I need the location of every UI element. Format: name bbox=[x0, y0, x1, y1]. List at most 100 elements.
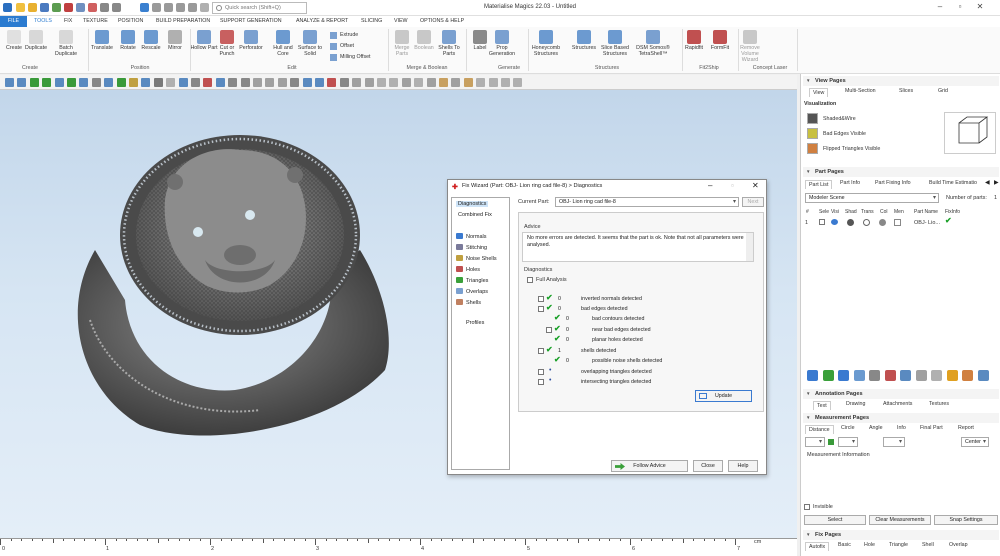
tab-drawing[interactable]: Drawing bbox=[846, 401, 865, 407]
vis-item-shaded-wire[interactable]: Shaded&Wire bbox=[823, 116, 856, 122]
nav-diagnostics[interactable]: Diagnostics bbox=[456, 201, 489, 207]
advice-scrollbar[interactable] bbox=[746, 233, 753, 261]
part-tool-icon[interactable] bbox=[822, 370, 834, 381]
nav-triangles[interactable]: Triangles bbox=[456, 277, 488, 284]
toolbar-tool-icon[interactable] bbox=[364, 78, 374, 87]
open-icon[interactable] bbox=[28, 3, 37, 12]
center-dropdown[interactable]: Center bbox=[961, 437, 989, 447]
nav-shells[interactable]: Shells bbox=[456, 299, 481, 306]
tab-part-list[interactable]: Part List bbox=[805, 180, 833, 189]
toolbar-tool-icon[interactable] bbox=[29, 78, 39, 87]
menu-support-generation[interactable]: SUPPORT GENERATION bbox=[220, 18, 282, 24]
toolbar-tool-icon[interactable] bbox=[79, 78, 89, 87]
nav-holes[interactable]: Holes bbox=[456, 266, 480, 273]
ribbon-batch-duplicate-button[interactable]: Batch Duplicate bbox=[52, 30, 80, 57]
toolbar-tool-icon[interactable] bbox=[191, 78, 200, 87]
part-tool-icon[interactable] bbox=[869, 370, 880, 381]
ribbon-offset-button[interactable]: Offset bbox=[340, 43, 354, 49]
tab-view[interactable]: View bbox=[809, 88, 829, 97]
remove-icon[interactable] bbox=[64, 3, 73, 12]
toolbar-tool-icon[interactable] bbox=[178, 78, 188, 87]
invisible-checkbox[interactable] bbox=[804, 504, 810, 510]
part-tool-icon[interactable] bbox=[838, 370, 849, 381]
part-pages-header[interactable]: Part Pages bbox=[803, 167, 999, 177]
tab-grid[interactable]: Grid bbox=[938, 88, 948, 94]
follow-advice-button[interactable]: Follow Advice bbox=[611, 460, 688, 472]
tab-attachments[interactable]: Attachments bbox=[883, 401, 912, 407]
dialog-minimize-button[interactable]: – bbox=[708, 181, 712, 190]
current-part-dropdown[interactable]: OBJ- Lion ring cad file-8 bbox=[555, 197, 739, 207]
pan-icon[interactable] bbox=[164, 3, 173, 12]
toolbar-tool-icon[interactable] bbox=[339, 78, 349, 87]
measurement-pages-header[interactable]: Measurement Pages bbox=[803, 413, 999, 423]
vis-item-bad-edges-visible[interactable]: Bad Edges Visible bbox=[823, 131, 866, 137]
view-pages-header[interactable]: View Pages bbox=[803, 76, 999, 86]
tab-angle[interactable]: Angle bbox=[869, 425, 883, 431]
tab-distance[interactable]: Distance bbox=[805, 425, 834, 434]
tab-text[interactable]: Text bbox=[813, 401, 831, 410]
tab-report[interactable]: Report bbox=[958, 425, 974, 431]
ribbon-shells-to-parts-button[interactable]: Shells To Parts bbox=[435, 30, 463, 57]
part-tool-icon[interactable] bbox=[884, 370, 896, 381]
toolbar-tool-icon[interactable] bbox=[153, 78, 163, 87]
ribbon-slice-based-structures-button[interactable]: Slice Based Structures bbox=[597, 30, 633, 57]
ribbon-milling-offset-button[interactable]: Milling Offset bbox=[340, 54, 371, 60]
export-icon[interactable] bbox=[76, 3, 85, 12]
menu-position[interactable]: POSITION bbox=[118, 18, 143, 24]
delete-icon[interactable] bbox=[88, 3, 97, 12]
toolbar-tool-icon[interactable] bbox=[228, 78, 238, 87]
toolbar-tool-icon[interactable] bbox=[104, 78, 114, 87]
toolbar-tool-icon[interactable] bbox=[5, 78, 14, 87]
tab-triangle[interactable]: Triangle bbox=[889, 542, 908, 548]
toolbar-tool-icon[interactable] bbox=[439, 78, 448, 87]
save-icon[interactable] bbox=[40, 3, 49, 12]
rotate-view-icon[interactable] bbox=[152, 3, 161, 12]
annotation-pages-header[interactable]: Annotation Pages bbox=[803, 389, 999, 399]
more-icon[interactable] bbox=[200, 3, 209, 12]
toolbar-tool-icon[interactable] bbox=[240, 78, 250, 87]
undo-icon[interactable] bbox=[100, 3, 109, 12]
visible-eye-icon[interactable] bbox=[831, 219, 838, 225]
toolbar-tool-icon[interactable] bbox=[315, 78, 324, 87]
nav-noise-shells[interactable]: Noise Shells bbox=[456, 255, 497, 262]
fix-pages-header[interactable]: Fix Pages bbox=[803, 530, 999, 540]
diag-row-checkbox[interactable] bbox=[538, 306, 544, 312]
part-tool-icon[interactable] bbox=[900, 370, 911, 381]
ribbon-extrude-button[interactable]: Extrude bbox=[340, 32, 358, 38]
menu-view[interactable]: VIEW bbox=[394, 18, 408, 24]
tab-textures[interactable]: Textures bbox=[929, 401, 949, 407]
measure-snap-dropdown[interactable] bbox=[883, 437, 905, 447]
ribbon-hull-and-core-button[interactable]: Hull and Core bbox=[269, 30, 297, 57]
toolbar-tool-icon[interactable] bbox=[414, 78, 424, 87]
menu-build-preparation[interactable]: BUILD PREPARATION bbox=[156, 18, 210, 24]
diag-row-checkbox[interactable] bbox=[538, 348, 544, 354]
toolbar-tool-icon[interactable] bbox=[401, 78, 411, 87]
toolbar-tool-icon[interactable] bbox=[42, 78, 52, 87]
tab-info[interactable]: Info bbox=[897, 425, 906, 431]
tab-basic[interactable]: Basic bbox=[838, 542, 851, 548]
toolbar-tool-icon[interactable] bbox=[253, 78, 262, 87]
measure-color-icon[interactable] bbox=[828, 439, 834, 445]
part-tool-icon[interactable] bbox=[962, 370, 973, 381]
toolbar-tool-icon[interactable] bbox=[54, 78, 64, 87]
part-tabs-prev[interactable]: ◀ bbox=[985, 179, 990, 186]
redo-icon[interactable] bbox=[112, 3, 121, 12]
part-tool-icon[interactable] bbox=[931, 370, 942, 381]
toolbar-tool-icon[interactable] bbox=[302, 78, 312, 87]
fit-icon[interactable] bbox=[188, 3, 197, 12]
ribbon-surface-to-solid-button[interactable]: Surface to Solid bbox=[296, 30, 324, 57]
nav-overlaps[interactable]: Overlaps bbox=[456, 288, 488, 295]
toolbar-tool-icon[interactable] bbox=[116, 78, 126, 87]
color-icon[interactable] bbox=[879, 219, 886, 226]
import-icon[interactable] bbox=[52, 3, 61, 12]
part-select-checkbox[interactable] bbox=[819, 219, 825, 225]
part-row-name[interactable]: OBJ- Lio... bbox=[914, 220, 940, 226]
toolbar-tool-icon[interactable] bbox=[17, 78, 27, 87]
nav-normals[interactable]: Normals bbox=[456, 233, 486, 240]
full-analysis-checkbox[interactable] bbox=[527, 277, 533, 283]
close-button[interactable]: Close bbox=[693, 460, 723, 472]
dialog-title-bar[interactable]: ✚ Fix Wizard (Part: OBJ- Lion ring cad f… bbox=[448, 180, 766, 193]
toolbar-tool-icon[interactable] bbox=[203, 78, 213, 87]
zoom-icon[interactable] bbox=[176, 3, 185, 12]
toolbar-tool-icon[interactable] bbox=[265, 78, 275, 87]
